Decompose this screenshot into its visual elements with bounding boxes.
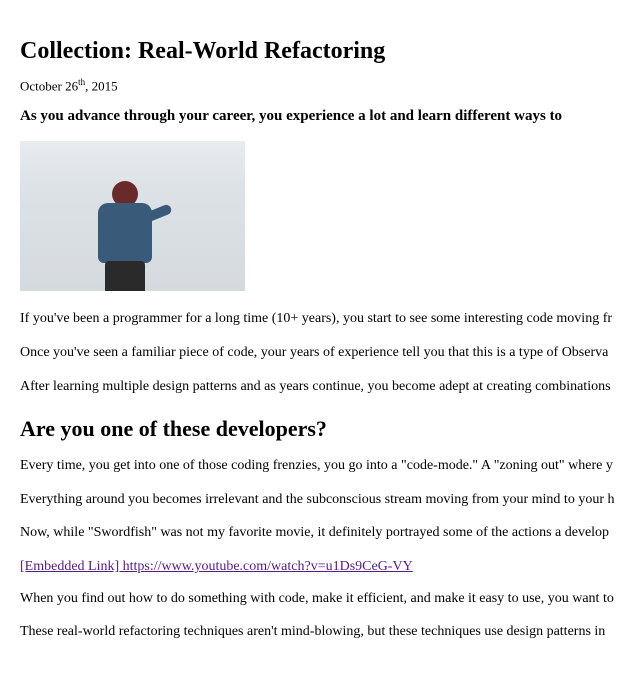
page-title: Collection: Real-World Refactoring	[20, 38, 605, 65]
body-paragraph: Once you've seen a familiar piece of cod…	[20, 343, 605, 363]
article-subtitle: As you advance through your career, you …	[20, 108, 605, 125]
section-heading: Are you one of these developers?	[20, 416, 605, 442]
body-paragraph: These real-world refactoring techniques …	[20, 622, 605, 642]
hero-image	[20, 141, 245, 291]
date-suffix: , 2015	[85, 78, 118, 93]
body-paragraph: When you find out how to do something wi…	[20, 589, 605, 609]
body-paragraph: After learning multiple design patterns …	[20, 377, 605, 397]
embedded-link[interactable]: [Embedded Link] https://www.youtube.com/…	[20, 559, 413, 575]
body-paragraph: Everything around you becomes irrelevant…	[20, 490, 605, 510]
date-prefix: October 26	[20, 78, 78, 93]
body-paragraph: If you've been a programmer for a long t…	[20, 309, 605, 329]
publish-date: October 26th, 2015	[20, 77, 605, 94]
body-paragraph: Every time, you get into one of those co…	[20, 456, 605, 476]
body-paragraph: Now, while "Swordfish" was not my favori…	[20, 523, 605, 543]
